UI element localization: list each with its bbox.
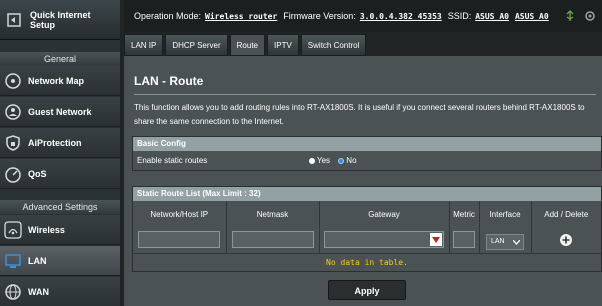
tab-route[interactable]: Route [229,34,266,56]
gateway-input[interactable] [324,231,444,249]
col-network-host-ip: Network/Host IP [133,201,227,227]
advanced-settings-heading: Advanced Settings [0,200,120,214]
status-gear-icon[interactable] [584,10,596,22]
nav-wireless[interactable]: Wireless [0,215,120,245]
tab-lan-ip[interactable]: LAN IP [124,34,164,56]
ssid-label: SSID: [447,11,472,21]
radio-no-label: No [346,156,357,165]
wireless-icon [4,220,22,239]
basic-config-section: Basic Config Enable static routes Yes No [132,136,602,171]
basic-config-heading: Basic Config [133,137,601,151]
op-mode-label: Operation Mode: [134,11,202,21]
caret-down-icon [432,236,440,243]
tab-bar: LAN IP DHCP Server Route IPTV Switch Con… [124,34,367,56]
nav-label: AiProtection [28,137,82,148]
globe-icon [5,283,21,300]
metric-input[interactable] [453,231,475,249]
speedometer-icon [5,166,21,183]
nav-label: WAN [28,286,49,297]
sidebar: Quick Internet Setup General Network Map… [0,0,120,306]
wizard-icon [7,12,21,27]
static-route-table: Network/Host IP Netmask Gateway Metric I… [133,201,601,253]
nav-guest-network[interactable]: Guest Network [0,97,120,127]
fw-label: Firmware Version: [283,11,356,21]
qis-label-line1: Quick Internet [30,9,91,20]
static-route-list-section: Static Route List (Max Limit : 32) Netwo… [132,186,602,272]
network-map-icon [5,72,21,89]
col-add-delete: Add / Delete [531,201,601,227]
op-mode-link[interactable]: Wireless router [205,12,277,21]
title-divider [134,94,596,95]
empty-table-message: No data in table. [133,253,601,271]
page-title: LAN - Route [134,74,204,88]
firmware-link[interactable]: 3.0.0.4.382_45353 [360,12,442,21]
tab-iptv[interactable]: IPTV [267,34,299,56]
shield-lock-icon [6,134,20,151]
ssid-link-1[interactable]: ASUS_A0 [475,12,509,21]
add-route-button[interactable] [559,233,573,247]
guest-network-icon [5,103,21,120]
nav-wan[interactable]: WAN [0,277,120,306]
lan-icon [5,253,21,268]
nav-qos[interactable]: QoS [0,159,120,189]
col-metric: Metric [449,201,480,227]
netmask-input[interactable] [231,231,314,249]
page-description: This function allows you to add routing … [134,103,585,126]
radio-yes-label: Yes [317,156,331,165]
nav-label: Wireless [28,224,65,235]
interface-select[interactable]: LAN [486,234,524,250]
general-heading: General [0,52,120,66]
content-panel: LAN - Route This function allows you to … [124,56,602,306]
network-ip-input[interactable] [138,231,221,249]
enable-static-routes-label: Enable static routes [137,156,208,165]
radio-no[interactable] [338,157,345,164]
qis-label-line2: Setup [30,19,56,30]
enable-static-routes-row: Enable static routes Yes No [133,151,601,170]
nav-lan[interactable]: LAN [0,246,120,276]
tab-switch-control[interactable]: Switch Control [300,34,367,56]
chevron-down-icon [513,240,520,245]
tab-dhcp-server[interactable]: DHCP Server [165,34,228,56]
apply-button[interactable]: Apply [328,280,406,300]
nav-network-map[interactable]: Network Map [0,66,120,96]
usb-icon[interactable] [564,10,576,22]
gateway-dropdown-button[interactable] [430,233,442,247]
quick-internet-setup-button[interactable]: Quick Internet Setup [0,0,120,40]
col-interface: Interface [479,201,532,227]
status-bar: Operation Mode: Wireless router Firmware… [124,0,602,32]
nav-label: Network Map [28,75,85,86]
col-gateway: Gateway [319,201,450,227]
radio-yes[interactable] [309,157,315,164]
nav-label: LAN [28,255,47,266]
interface-selected-value: LAN [491,238,505,245]
static-route-list-heading: Static Route List (Max Limit : 32) [133,187,601,201]
nav-label: Guest Network [28,106,92,117]
col-netmask: Netmask [226,201,320,227]
ssid-link-2[interactable]: ASUS_A0 [515,12,549,21]
nav-label: QoS [28,168,47,179]
nav-aiprotection[interactable]: AiProtection [0,128,120,158]
